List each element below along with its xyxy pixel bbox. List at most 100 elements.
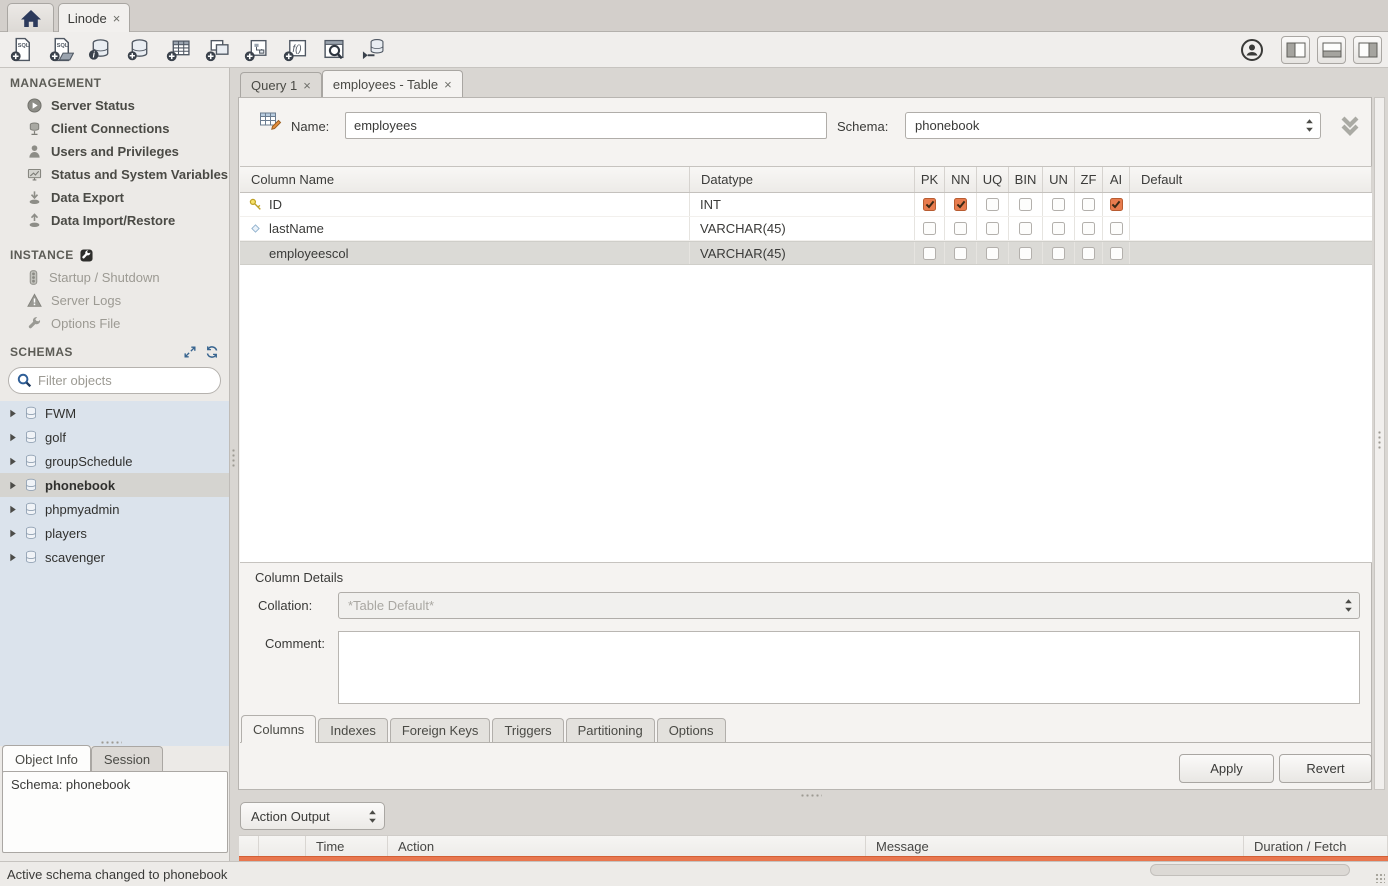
grid-header-zf[interactable]: ZF	[1075, 167, 1103, 192]
toggle-right-panel-button[interactable]	[1353, 36, 1382, 64]
grid-header-column-name[interactable]: Column Name	[240, 167, 690, 192]
ai-checkbox[interactable]	[1110, 198, 1123, 211]
tri-right-icon[interactable]	[9, 457, 17, 466]
tab-connection-linode[interactable]: Linode ×	[58, 3, 130, 32]
search-table-data-button[interactable]	[321, 37, 347, 63]
subtab-indexes[interactable]: Indexes	[318, 718, 388, 742]
tab-query-1[interactable]: Query 1 ×	[240, 72, 322, 97]
nn-checkbox[interactable]	[954, 198, 967, 211]
table-name-input[interactable]	[345, 112, 827, 139]
create-table-button[interactable]	[165, 37, 191, 63]
sidebar-item-status-and-system-variables[interactable]: Status and System Variables	[0, 163, 229, 186]
tri-right-icon[interactable]	[9, 529, 17, 538]
grid-header-pk[interactable]: PK	[915, 167, 945, 192]
close-icon[interactable]: ×	[444, 77, 452, 92]
un-checkbox[interactable]	[1052, 222, 1065, 235]
grid-header-datatype[interactable]: Datatype	[690, 167, 915, 192]
create-view-button[interactable]	[204, 37, 230, 63]
right-panel-splitter-handle[interactable]	[1377, 430, 1382, 450]
open-sql-script-button[interactable]: SQL	[48, 37, 74, 63]
close-icon[interactable]: ×	[113, 11, 121, 26]
comment-textarea[interactable]	[338, 631, 1360, 704]
create-function-button[interactable]: f()	[282, 37, 308, 63]
grid-header-default[interactable]: Default	[1130, 167, 1372, 192]
grid-header-bin[interactable]: BIN	[1009, 167, 1043, 192]
bin-checkbox[interactable]	[1019, 222, 1032, 235]
nn-checkbox[interactable]	[954, 247, 967, 260]
sidebar-item-options-file[interactable]: Options File	[0, 312, 229, 335]
pk-checkbox[interactable]	[923, 247, 936, 260]
bin-checkbox[interactable]	[1019, 198, 1032, 211]
output-splitter-handle[interactable]	[800, 793, 822, 798]
schema-item-fwm[interactable]: FWM	[0, 401, 229, 425]
subtab-triggers[interactable]: Triggers	[492, 718, 563, 742]
sidebar-item-client-connections[interactable]: Client Connections	[0, 117, 229, 140]
tab-home[interactable]	[7, 3, 54, 32]
reconnect-dbms-button[interactable]	[360, 37, 386, 63]
ai-checkbox[interactable]	[1110, 247, 1123, 260]
toggle-bottom-panel-button[interactable]	[1317, 36, 1346, 64]
bin-checkbox[interactable]	[1019, 247, 1032, 260]
column-row-lastname[interactable]: lastNameVARCHAR(45)	[240, 217, 1372, 241]
subtab-columns[interactable]: Columns	[241, 715, 316, 743]
sidebar-item-server-status[interactable]: Server Status	[0, 94, 229, 117]
sidebar-item-users-and-privileges[interactable]: Users and Privileges	[0, 140, 229, 163]
close-icon[interactable]: ×	[303, 78, 311, 93]
tab-session[interactable]: Session	[91, 746, 163, 772]
pk-checkbox[interactable]	[923, 198, 936, 211]
apply-button[interactable]: Apply	[1179, 754, 1274, 783]
schema-item-phpmyadmin[interactable]: phpmyadmin	[0, 497, 229, 521]
grid-header-un[interactable]: UN	[1043, 167, 1075, 192]
column-row-employeescol[interactable]: employeescolVARCHAR(45)	[240, 241, 1372, 265]
nn-checkbox[interactable]	[954, 222, 967, 235]
toggle-left-panel-button[interactable]	[1281, 36, 1310, 64]
schema-item-scavenger[interactable]: scavenger	[0, 545, 229, 569]
uq-checkbox[interactable]	[986, 198, 999, 211]
tri-right-icon[interactable]	[9, 409, 17, 418]
sidebar-item-server-logs[interactable]: Server Logs	[0, 289, 229, 312]
zf-checkbox[interactable]	[1082, 198, 1095, 211]
sidebar-splitter-handle[interactable]	[231, 448, 236, 468]
uq-checkbox[interactable]	[986, 222, 999, 235]
tri-right-icon[interactable]	[9, 481, 17, 490]
schema-item-groupschedule[interactable]: groupSchedule	[0, 449, 229, 473]
collapse-header-chevrons-icon[interactable]	[1337, 115, 1363, 137]
user-account-button[interactable]	[1239, 37, 1265, 63]
grid-header-nn[interactable]: NN	[945, 167, 977, 192]
subtab-options[interactable]: Options	[657, 718, 726, 742]
schema-filter-input[interactable]	[38, 373, 214, 388]
sidebar-item-data-import-restore[interactable]: Data Import/Restore	[0, 209, 229, 232]
column-row-id[interactable]: IDINT	[240, 193, 1372, 217]
tri-right-icon[interactable]	[9, 553, 17, 562]
tri-right-icon[interactable]	[9, 505, 17, 514]
ai-checkbox[interactable]	[1110, 222, 1123, 235]
window-resize-grip[interactable]	[1375, 873, 1385, 883]
action-output-select[interactable]: Action Output	[240, 802, 385, 830]
collation-select[interactable]: *Table Default*	[338, 592, 1360, 619]
schema-item-phonebook[interactable]: phonebook	[0, 473, 229, 497]
sidebar-item-startup-shutdown[interactable]: Startup / Shutdown	[0, 266, 229, 289]
expand-schemas-icon[interactable]	[183, 345, 197, 359]
grid-header-ai[interactable]: AI	[1103, 167, 1130, 192]
un-checkbox[interactable]	[1052, 247, 1065, 260]
create-schema-button[interactable]	[126, 37, 152, 63]
sidebar-item-data-export[interactable]: Data Export	[0, 186, 229, 209]
tri-right-icon[interactable]	[9, 433, 17, 442]
subtab-partitioning[interactable]: Partitioning	[566, 718, 655, 742]
tab-employees-table[interactable]: employees - Table ×	[322, 70, 463, 97]
subtab-foreign-keys[interactable]: Foreign Keys	[390, 718, 491, 742]
un-checkbox[interactable]	[1052, 198, 1065, 211]
zf-checkbox[interactable]	[1082, 247, 1095, 260]
new-sql-tab-button[interactable]: SQL	[9, 37, 35, 63]
schema-item-players[interactable]: players	[0, 521, 229, 545]
pk-checkbox[interactable]	[923, 222, 936, 235]
schema-inspector-button[interactable]: i	[87, 37, 113, 63]
schema-select[interactable]: phonebook	[905, 112, 1321, 139]
create-routine-button[interactable]	[243, 37, 269, 63]
tab-object-info[interactable]: Object Info	[2, 745, 91, 772]
grid-header-uq[interactable]: UQ	[977, 167, 1009, 192]
revert-button[interactable]: Revert	[1279, 754, 1372, 783]
uq-checkbox[interactable]	[986, 247, 999, 260]
horizontal-scrollbar-thumb[interactable]	[1150, 864, 1350, 876]
refresh-schemas-icon[interactable]	[205, 345, 219, 359]
